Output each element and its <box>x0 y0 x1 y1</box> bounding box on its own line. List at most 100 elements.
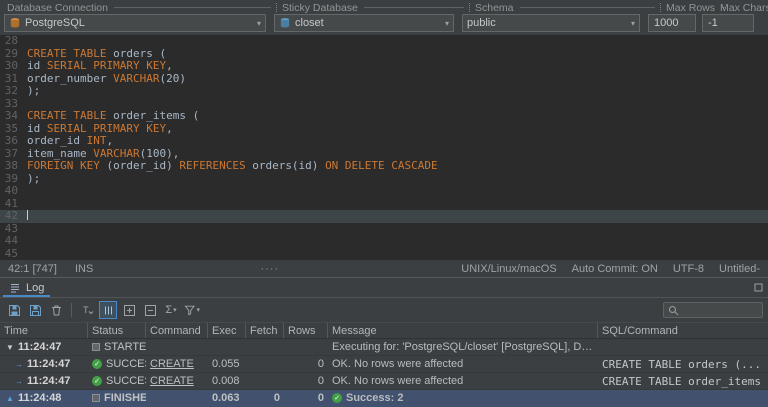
log-row[interactable]: ▼11:24:47STARTEDExecuting for: 'PostgreS… <box>0 339 768 356</box>
log-message: Success: 2 <box>346 392 403 404</box>
sticky-database-select[interactable]: closet ▾ <box>274 14 454 32</box>
max-rows-label: Max Rows <box>663 2 718 14</box>
log-icon <box>9 282 21 294</box>
sigma-glyph: Σ <box>165 304 172 316</box>
log-cell-status: ✓SUCCESS <box>88 373 146 389</box>
log-search[interactable] <box>663 302 763 318</box>
file-name-indicator: Untitled- <box>719 263 760 275</box>
sql-text: , <box>106 134 113 147</box>
code-line-38[interactable]: 38FOREIGN KEY (order_id) REFERENCES orde… <box>0 160 768 173</box>
log-cell-message: Executing for: 'PostgreSQL/closet' [Post… <box>328 339 598 355</box>
code-line-39[interactable]: 39); <box>0 173 768 186</box>
code-line-45[interactable]: 45 <box>0 248 768 261</box>
auto-commit-indicator: Auto Commit: ON <box>572 263 658 275</box>
sql-text: ); <box>27 172 40 185</box>
sql-editor[interactable]: 2829CREATE TABLE orders (30id SERIAL PRI… <box>0 35 768 260</box>
log-column-time[interactable]: Time <box>0 323 88 338</box>
code-line-40[interactable]: 40 <box>0 185 768 198</box>
splitter-handle[interactable]: ···· <box>93 263 446 275</box>
log-cell-rows: 0 <box>284 373 328 389</box>
expander-right-icon[interactable]: → <box>13 360 25 369</box>
line-number: 44 <box>0 235 27 248</box>
line-number: 34 <box>0 110 27 123</box>
expand-all-icon[interactable] <box>120 301 138 319</box>
line-ending-indicator: UNIX/Linux/macOS <box>461 263 556 275</box>
log-status: STARTED <box>104 341 146 353</box>
sql-keyword: SERIAL PRIMARY KEY <box>47 59 166 72</box>
max-chars-input[interactable] <box>702 14 754 32</box>
max-rows-input[interactable] <box>648 14 696 32</box>
log-message: Executing for: 'PostgreSQL/closet' [Post… <box>332 341 594 353</box>
log-row[interactable]: →11:24:47✓SUCCESSCREATE0.0550OK. No rows… <box>0 356 768 373</box>
log-cell-status: STARTED <box>88 339 146 355</box>
tab-log[interactable]: Log <box>0 278 53 297</box>
clear-log-icon[interactable] <box>47 301 65 319</box>
aggregate-icon[interactable]: Σ▾ <box>162 301 180 319</box>
log-status: SUCCESS <box>106 358 146 370</box>
success-check-icon: ✓ <box>92 359 102 369</box>
save-all-icon[interactable] <box>26 301 44 319</box>
log-column-rows[interactable]: Rows <box>284 323 328 338</box>
sql-keyword: INT <box>87 134 107 147</box>
command-link[interactable]: CREATE <box>150 375 194 387</box>
database-connection-select[interactable]: PostgreSQL ▾ <box>4 14 266 32</box>
vertical-separator <box>469 3 470 12</box>
log-cell-sql <box>598 390 768 406</box>
log-cell-command: CREATE <box>146 356 208 372</box>
code-text: ); <box>27 85 40 98</box>
database-connection-value: PostgreSQL <box>25 17 253 29</box>
code-line-42[interactable]: 42 <box>0 210 768 223</box>
log-toolbar: T Σ▾ ▾ <box>0 298 768 323</box>
line-number: 28 <box>0 35 27 48</box>
log-column-fetch[interactable]: Fetch <box>246 323 284 338</box>
log-column-command[interactable]: Command <box>146 323 208 338</box>
code-line-41[interactable]: 41 <box>0 198 768 211</box>
search-input[interactable] <box>682 303 758 317</box>
log-cell-time: →11:24:47 <box>0 373 88 389</box>
code-text: FOREIGN KEY (order_id) REFERENCES orders… <box>27 160 438 173</box>
filter-icon[interactable]: ▾ <box>183 301 201 319</box>
log-panel: Log T <box>0 277 768 407</box>
insert-mode-indicator: INS <box>75 263 93 275</box>
database-icon <box>279 17 291 29</box>
vertical-separator <box>660 3 661 12</box>
line-number: 30 <box>0 60 27 73</box>
restore-panel-icon[interactable] <box>754 283 763 292</box>
code-line-43[interactable]: 43 <box>0 223 768 236</box>
log-table-body: ▼11:24:47STARTEDExecuting for: 'PostgreS… <box>0 339 768 407</box>
success-check-icon: ✓ <box>332 393 342 403</box>
log-column-exec[interactable]: Exec <box>208 323 246 338</box>
sticky-label-section: Sticky Database <box>279 2 467 13</box>
sql-text: order_number <box>27 72 113 85</box>
log-row[interactable]: →11:24:47✓SUCCESSCREATE0.0080OK. No rows… <box>0 373 768 390</box>
log-column-sql[interactable]: SQL/Command <box>598 323 768 338</box>
text-caret <box>27 210 28 220</box>
log-column-message[interactable]: Message <box>328 323 598 338</box>
sql-keyword: ON DELETE CASCADE <box>325 159 438 172</box>
sql-keyword: REFERENCES <box>179 159 245 172</box>
code-line-35[interactable]: 35id SERIAL PRIMARY KEY, <box>0 123 768 136</box>
word-wrap-icon[interactable]: T <box>78 301 96 319</box>
separator-line <box>114 7 271 8</box>
log-message: OK. No rows were affected <box>332 375 463 387</box>
save-log-icon[interactable] <box>5 301 23 319</box>
code-line-44[interactable]: 44 <box>0 235 768 248</box>
code-line-32[interactable]: 32); <box>0 85 768 98</box>
log-cell-message: OK. No rows were affected <box>328 356 598 372</box>
schema-select[interactable]: public ▾ <box>462 14 640 32</box>
expander-right-icon[interactable]: → <box>13 377 25 386</box>
log-row[interactable]: ▲11:24:48FINISHED0.06300✓Success: 2 <box>0 390 768 407</box>
editor-lines: 2829CREATE TABLE orders (30id SERIAL PRI… <box>0 35 768 260</box>
log-column-status[interactable]: Status <box>88 323 146 338</box>
code-line-31[interactable]: 31order_number VARCHAR(20) <box>0 73 768 86</box>
command-link[interactable]: CREATE <box>150 358 194 370</box>
sql-keyword: CREATE TABLE <box>27 47 106 60</box>
expander-down-icon[interactable]: ▼ <box>4 343 16 352</box>
sql-keyword: VARCHAR <box>93 147 139 160</box>
chevron-down-icon: ▾ <box>445 19 449 28</box>
collapse-all-icon[interactable] <box>141 301 159 319</box>
sql-text: , <box>166 59 173 72</box>
expander-up-icon[interactable]: ▲ <box>4 394 16 403</box>
scroll-lock-icon[interactable] <box>99 301 117 319</box>
log-table-header: TimeStatusCommandExecFetchRowsMessageSQL… <box>0 323 768 339</box>
